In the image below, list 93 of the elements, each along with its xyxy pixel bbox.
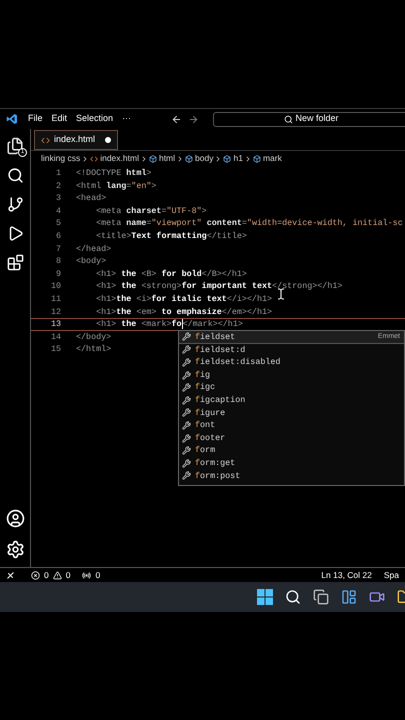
html-file-icon — [41, 136, 50, 144]
wrench-icon — [182, 420, 191, 430]
line-number: 14 — [50, 330, 61, 344]
wrench-icon — [182, 345, 191, 354]
line-number: 3 — [54, 192, 61, 205]
code-line: <h1> the <B> for bold</B></h1> — [95, 268, 247, 280]
wrench-icon — [182, 458, 191, 468]
suggestion-item[interactable]: form — [179, 444, 404, 457]
app-logo-icon — [6, 113, 18, 125]
settings-icon[interactable] — [6, 540, 24, 559]
line-number: 9 — [54, 268, 61, 280]
code-line: <!DOCTYPE html> — [76, 167, 152, 180]
breadcrumb[interactable]: index.html — [100, 152, 139, 165]
line-number: 7 — [54, 242, 61, 256]
code-line: </head> — [76, 242, 112, 256]
account-icon[interactable] — [6, 509, 24, 528]
ports-count[interactable]: 0 — [95, 568, 100, 582]
menu-item[interactable]: File — [28, 112, 43, 126]
error-icon — [31, 570, 40, 580]
line-number: 5 — [54, 217, 61, 230]
symbol-icon — [148, 154, 157, 162]
indentation-status[interactable]: Spa — [384, 568, 399, 582]
wrench-icon — [182, 332, 191, 342]
code-line: <h1>the <em> to emphasize</em></h1> — [95, 306, 272, 318]
extensions-icon[interactable] — [6, 254, 24, 271]
line-number: 1 — [54, 167, 61, 180]
code-line: <h1> the <mark>fo</mark></h1> — [95, 318, 243, 331]
suggestion-item[interactable]: figcaption — [179, 394, 404, 407]
wrench-icon — [182, 370, 191, 380]
code-line: <head> — [76, 192, 106, 205]
code-line: <meta charset="UTF-8"> — [95, 204, 207, 218]
wrench-icon — [182, 471, 191, 480]
suggestion-item[interactable]: form:get — [179, 456, 404, 470]
menu-item[interactable]: Edit — [52, 112, 68, 126]
search-icon — [284, 114, 293, 124]
breadcrumb[interactable]: body — [195, 152, 214, 165]
symbol-icon — [223, 154, 232, 162]
explorer-icon[interactable] — [6, 137, 24, 155]
breadcrumb[interactable]: linking css — [41, 152, 80, 165]
search-icon[interactable] — [6, 167, 24, 184]
code-line: <html lang="en"> — [76, 180, 156, 192]
breadcrumb[interactable]: html — [158, 152, 176, 165]
wrench-icon — [182, 434, 191, 443]
wrench-icon — [182, 358, 191, 367]
search-icon[interactable] — [285, 589, 301, 605]
wrench-icon — [182, 408, 191, 418]
warning-icon — [52, 570, 62, 580]
code-line: </body> — [76, 330, 112, 344]
line-number: 4 — [54, 204, 61, 218]
code-line: </html> — [76, 343, 112, 356]
menu-item[interactable]: ··· — [122, 112, 132, 126]
code-line: <title>Text formatting</title> — [95, 230, 247, 243]
suggestion-item[interactable]: footer — [179, 432, 404, 444]
suggestion-item[interactable]: form:post — [179, 470, 404, 482]
suggestion-item[interactable]: figure — [179, 406, 404, 420]
code-line: <body> — [76, 255, 106, 268]
wrench-icon — [182, 396, 191, 405]
line-number: 8 — [54, 255, 61, 268]
line-number: 12 — [50, 306, 61, 318]
error-count[interactable]: 0 — [44, 568, 49, 582]
suggestion-item[interactable]: fieldset:disabled — [179, 356, 404, 369]
wrench-icon — [182, 383, 191, 392]
breadcrumb[interactable]: h1 — [233, 152, 243, 165]
source-control-icon[interactable] — [6, 196, 24, 213]
task-view-icon[interactable] — [313, 589, 329, 605]
widgets-icon[interactable] — [341, 589, 357, 605]
command-center[interactable]: New folder — [213, 112, 405, 126]
line-number: 13 — [50, 318, 61, 331]
suggestion-item[interactable]: figc — [179, 381, 404, 394]
line-number: 2 — [54, 180, 61, 192]
breadcrumb[interactable]: mark — [262, 152, 282, 165]
menu-item[interactable]: Selection — [76, 112, 114, 126]
code-line: <meta name="viewport" content="width=device-width, initial-sc — [95, 217, 403, 230]
suggestion-item[interactable]: font — [179, 419, 404, 432]
line-number: 15 — [50, 343, 61, 356]
line-number: 6 — [54, 230, 61, 243]
editor-tab[interactable]: index.html — [34, 130, 118, 150]
symbol-icon — [252, 154, 261, 162]
code-line: <h1>the <i>for italic text</i></h1> — [95, 292, 272, 306]
warning-count[interactable]: 0 — [66, 568, 70, 582]
code-line: <h1> the <strong>for important text</strong></h1> — [95, 280, 342, 293]
ports-icon — [82, 570, 92, 580]
line-number: 10 — [50, 280, 61, 293]
wrench-icon — [182, 446, 191, 456]
back-icon[interactable] — [171, 114, 182, 124]
html-file-icon — [90, 154, 98, 162]
line-number: 11 — [50, 292, 61, 306]
suggestion-item[interactable]: fieldset:d — [179, 344, 404, 356]
suggestion-item[interactable]: fig — [179, 368, 404, 382]
windows-logo-icon[interactable] — [257, 589, 273, 605]
symbol-icon — [185, 154, 194, 162]
forward-icon[interactable] — [188, 114, 200, 124]
cursor-position[interactable]: Ln 13, Col 22 — [321, 568, 372, 582]
